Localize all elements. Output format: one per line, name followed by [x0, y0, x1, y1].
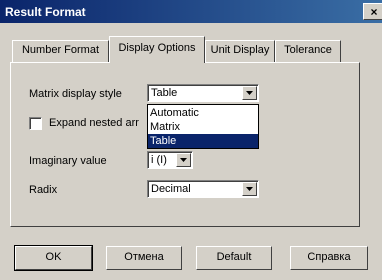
imaginary-value-value: i (I): [151, 154, 167, 166]
imaginary-value-label: Imaginary value: [29, 155, 107, 167]
radix-value: Decimal: [151, 183, 191, 195]
tab-label: Number Format: [21, 44, 100, 56]
result-format-dialog: Result Format × Number Format Display Op…: [0, 0, 382, 280]
cancel-button[interactable]: Отмена: [106, 246, 182, 270]
tab-tolerance[interactable]: Tolerance: [275, 40, 341, 62]
matrix-style-value: Table: [151, 87, 178, 99]
expand-nested-checkbox[interactable]: [29, 117, 42, 130]
radix-select[interactable]: Decimal: [147, 180, 259, 198]
ok-label: OK: [45, 251, 62, 263]
tab-unit-display[interactable]: Unit Display: [205, 40, 275, 62]
default-button[interactable]: Default: [196, 246, 272, 270]
tab-display-options[interactable]: Display Options: [109, 36, 205, 63]
close-button[interactable]: ×: [363, 3, 382, 20]
ok-button[interactable]: OK: [14, 245, 93, 271]
chevron-down-icon: [246, 91, 253, 95]
radix-dropdown-button[interactable]: [242, 182, 257, 196]
radix-label: Radix: [29, 184, 58, 196]
dropdown-option-matrix[interactable]: Matrix: [148, 120, 258, 134]
matrix-style-select[interactable]: Table: [147, 84, 259, 102]
dropdown-option-table[interactable]: Table: [148, 134, 258, 148]
tab-label: Display Options: [118, 42, 196, 54]
tab-number-format[interactable]: Number Format: [12, 40, 109, 62]
tab-label: Unit Display: [210, 44, 270, 56]
tab-label: Tolerance: [284, 44, 332, 56]
matrix-style-dropdown-list: Automatic Matrix Table: [147, 104, 259, 149]
matrix-style-dropdown-button[interactable]: [242, 86, 257, 100]
imaginary-value-select[interactable]: i (I): [147, 151, 193, 169]
cancel-label: Отмена: [124, 251, 164, 263]
help-button[interactable]: Справка: [290, 246, 368, 270]
title-bar[interactable]: Result Format ×: [0, 0, 382, 23]
default-label: Default: [216, 251, 252, 263]
matrix-style-label: Matrix display style: [29, 88, 122, 100]
dropdown-option-automatic[interactable]: Automatic: [148, 106, 258, 120]
close-icon: ×: [370, 5, 378, 19]
help-label: Справка: [307, 251, 351, 263]
imaginary-dropdown-button[interactable]: [176, 153, 191, 167]
chevron-down-icon: [246, 187, 253, 191]
chevron-down-icon: [180, 158, 187, 162]
expand-nested-label: Expand nested arr: [49, 117, 139, 129]
dialog-title: Result Format: [5, 5, 86, 19]
